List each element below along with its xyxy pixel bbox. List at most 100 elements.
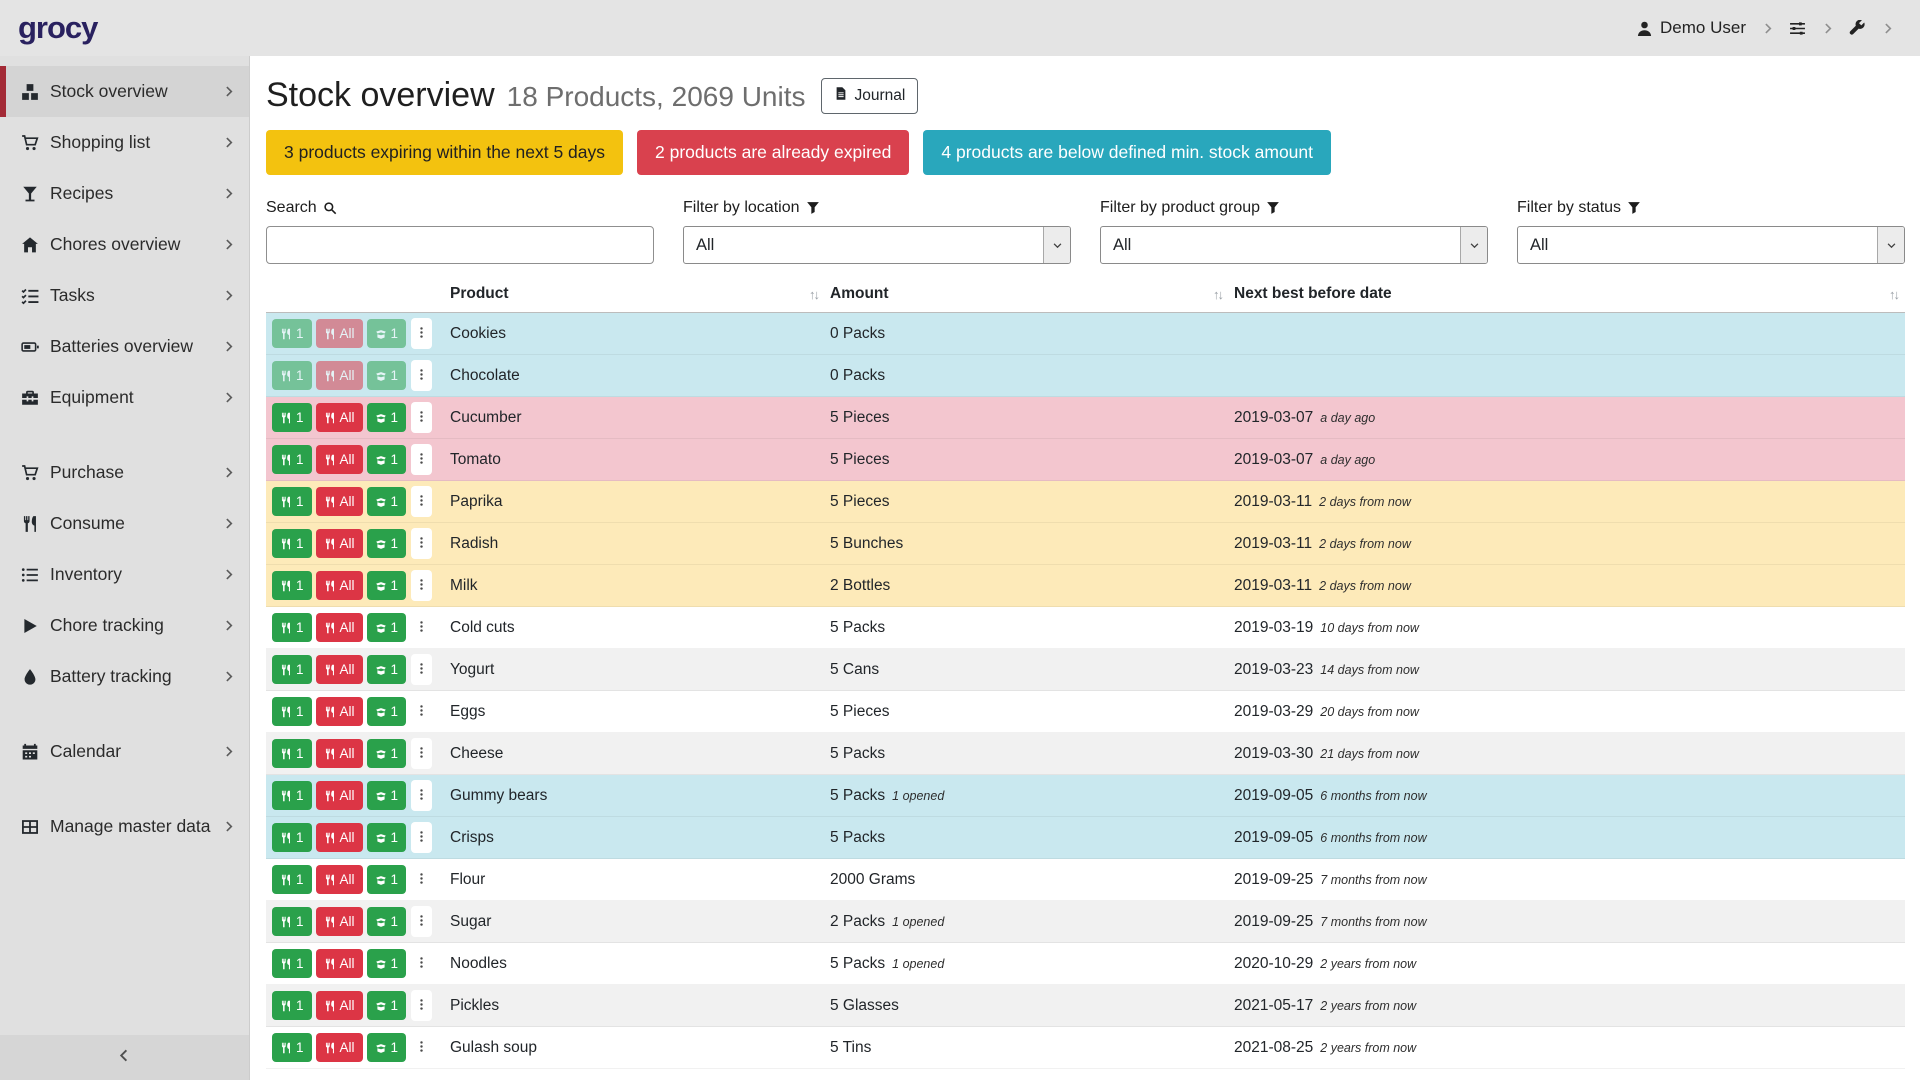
open-one-button[interactable]: 1: [367, 865, 407, 894]
sidebar-item-tasks[interactable]: Tasks: [0, 270, 249, 321]
sidebar-item-manage-master-data[interactable]: Manage master data: [0, 801, 249, 852]
consume-one-button[interactable]: 1: [272, 991, 312, 1020]
sidebar-item-inventory[interactable]: Inventory: [0, 549, 249, 600]
consume-one-button[interactable]: 1: [272, 907, 312, 936]
row-menu-button[interactable]: [411, 948, 432, 979]
consume-one-button[interactable]: 1: [272, 739, 312, 768]
row-menu-button[interactable]: [411, 318, 432, 349]
sidebar-item-stock-overview[interactable]: Stock overview: [0, 66, 249, 117]
expiring-alert-button[interactable]: 3 products expiring within the next 5 da…: [266, 130, 623, 175]
app-logo[interactable]: grocy: [18, 10, 97, 46]
chevron-right-icon[interactable]: [1881, 22, 1894, 35]
open-one-button[interactable]: 1: [367, 613, 407, 642]
consume-all-button[interactable]: All: [316, 697, 363, 726]
consume-all-button[interactable]: All: [316, 865, 363, 894]
column-header-product[interactable]: Product ↑↓: [450, 285, 830, 303]
consume-one-button[interactable]: 1: [272, 571, 312, 600]
consume-all-button[interactable]: All: [316, 445, 363, 474]
location-filter-select[interactable]: All: [683, 226, 1071, 264]
consume-all-button[interactable]: All: [316, 529, 363, 558]
row-menu-button[interactable]: [411, 444, 432, 475]
consume-one-button[interactable]: 1: [272, 319, 312, 348]
sidebar-item-batteries-overview[interactable]: Batteries overview: [0, 321, 249, 372]
below-min-stock-alert-button[interactable]: 4 products are below defined min. stock …: [923, 130, 1331, 175]
consume-one-button[interactable]: 1: [272, 613, 312, 642]
product-group-filter-select[interactable]: All: [1100, 226, 1488, 264]
row-menu-button[interactable]: [411, 612, 432, 643]
user-menu[interactable]: Demo User: [1636, 18, 1746, 38]
sidebar-item-chore-tracking[interactable]: Chore tracking: [0, 600, 249, 651]
sidebar-item-chores-overview[interactable]: Chores overview: [0, 219, 249, 270]
open-one-button[interactable]: 1: [367, 445, 407, 474]
open-one-button[interactable]: 1: [367, 403, 407, 432]
chevron-right-icon[interactable]: [1761, 22, 1774, 35]
sidebar-item-purchase[interactable]: Purchase: [0, 447, 249, 498]
consume-one-button[interactable]: 1: [272, 529, 312, 558]
consume-all-button[interactable]: All: [316, 949, 363, 978]
open-one-button[interactable]: 1: [367, 907, 407, 936]
sidebar-item-equipment[interactable]: Equipment: [0, 372, 249, 423]
consume-all-button[interactable]: All: [316, 319, 363, 348]
sidebar-item-recipes[interactable]: Recipes: [0, 168, 249, 219]
row-menu-button[interactable]: [411, 486, 432, 517]
consume-one-button[interactable]: 1: [272, 1033, 312, 1062]
row-menu-button[interactable]: [411, 738, 432, 769]
consume-one-button[interactable]: 1: [272, 361, 312, 390]
open-one-button[interactable]: 1: [367, 697, 407, 726]
row-menu-button[interactable]: [411, 864, 432, 895]
sidebar-item-battery-tracking[interactable]: Battery tracking: [0, 651, 249, 702]
open-one-button[interactable]: 1: [367, 361, 407, 390]
consume-all-button[interactable]: All: [316, 991, 363, 1020]
row-menu-button[interactable]: [411, 570, 432, 601]
row-menu-button[interactable]: [411, 696, 432, 727]
consume-all-button[interactable]: All: [316, 1033, 363, 1062]
sidebar-item-consume[interactable]: Consume: [0, 498, 249, 549]
sort-icon[interactable]: ↑↓: [1213, 287, 1222, 302]
sidebar-item-calendar[interactable]: Calendar: [0, 726, 249, 777]
consume-one-button[interactable]: 1: [272, 403, 312, 432]
consume-one-button[interactable]: 1: [272, 445, 312, 474]
open-one-button[interactable]: 1: [367, 823, 407, 852]
sort-icon[interactable]: ↑↓: [809, 287, 818, 302]
open-one-button[interactable]: 1: [367, 529, 407, 558]
open-one-button[interactable]: 1: [367, 487, 407, 516]
row-menu-button[interactable]: [411, 654, 432, 685]
sidebar-collapse-button[interactable]: [0, 1035, 249, 1080]
consume-all-button[interactable]: All: [316, 361, 363, 390]
open-one-button[interactable]: 1: [367, 1033, 407, 1062]
row-menu-button[interactable]: [411, 1032, 432, 1063]
journal-button[interactable]: Journal: [821, 78, 918, 114]
row-menu-button[interactable]: [411, 780, 432, 811]
consume-all-button[interactable]: All: [316, 739, 363, 768]
open-one-button[interactable]: 1: [367, 655, 407, 684]
consume-one-button[interactable]: 1: [272, 781, 312, 810]
consume-one-button[interactable]: 1: [272, 865, 312, 894]
sidebar-item-shopping-list[interactable]: Shopping list: [0, 117, 249, 168]
consume-all-button[interactable]: All: [316, 655, 363, 684]
consume-one-button[interactable]: 1: [272, 655, 312, 684]
consume-all-button[interactable]: All: [316, 781, 363, 810]
consume-all-button[interactable]: All: [316, 571, 363, 600]
consume-all-button[interactable]: All: [316, 907, 363, 936]
consume-one-button[interactable]: 1: [272, 697, 312, 726]
consume-all-button[interactable]: All: [316, 613, 363, 642]
column-header-amount[interactable]: Amount ↑↓: [830, 285, 1234, 303]
open-one-button[interactable]: 1: [367, 739, 407, 768]
search-input[interactable]: [266, 226, 654, 264]
open-one-button[interactable]: 1: [367, 571, 407, 600]
sort-icon[interactable]: ↑↓: [1889, 287, 1898, 302]
column-header-next-best-before-date[interactable]: Next best before date ↑↓: [1234, 285, 1905, 303]
row-menu-button[interactable]: [411, 402, 432, 433]
consume-all-button[interactable]: All: [316, 487, 363, 516]
open-one-button[interactable]: 1: [367, 991, 407, 1020]
row-menu-button[interactable]: [411, 906, 432, 937]
open-one-button[interactable]: 1: [367, 781, 407, 810]
consume-one-button[interactable]: 1: [272, 949, 312, 978]
expired-alert-button[interactable]: 2 products are already expired: [637, 130, 909, 175]
consume-one-button[interactable]: 1: [272, 487, 312, 516]
status-filter-select[interactable]: All: [1517, 226, 1905, 264]
consume-all-button[interactable]: All: [316, 823, 363, 852]
row-menu-button[interactable]: [411, 990, 432, 1021]
chevron-right-icon[interactable]: [1821, 22, 1834, 35]
row-menu-button[interactable]: [411, 528, 432, 559]
